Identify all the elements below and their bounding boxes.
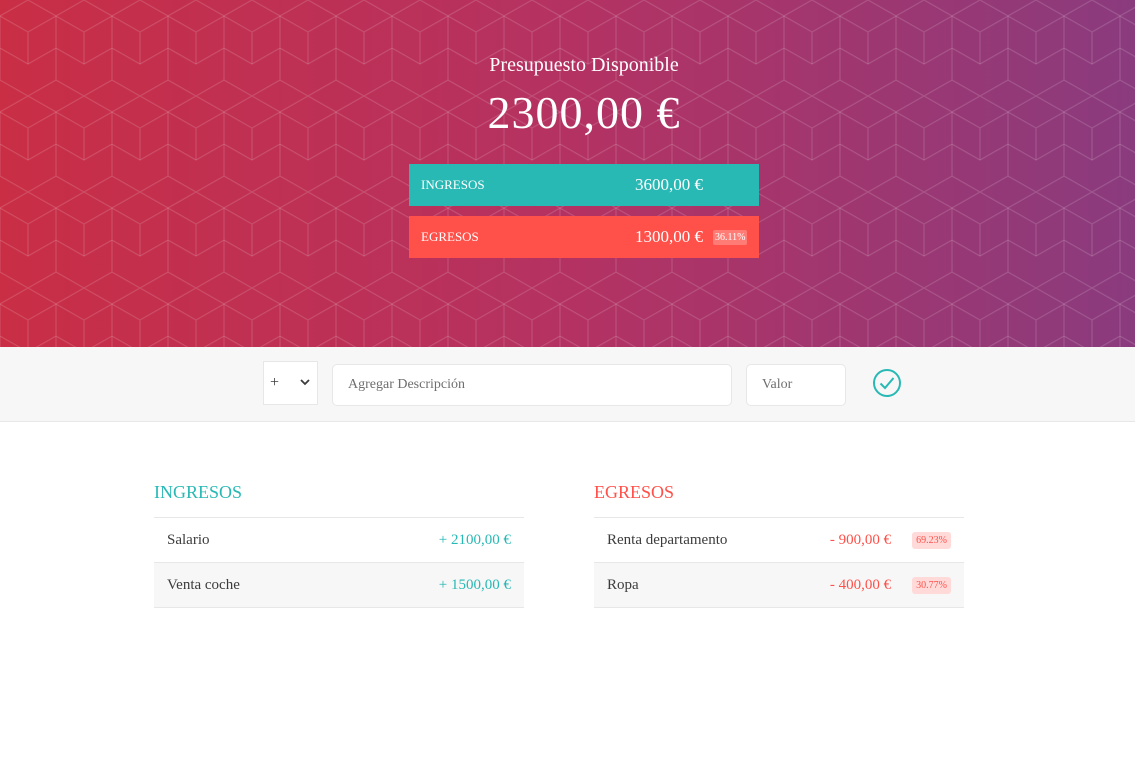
expense-summary-value: 1300,00 €: [635, 227, 703, 246]
income-item-description: Salario: [167, 531, 210, 548]
expense-item[interactable]: Ropa - 400,00 € 30.77%: [594, 563, 964, 608]
budget-summary: Presupuesto Disponible 2300,00 €: [409, 50, 759, 137]
income-item-value: + 1500,00 €: [438, 576, 511, 593]
income-list-title: Ingresos: [154, 480, 524, 518]
header-section: Presupuesto Disponible 2300,00 € Ingreso…: [0, 0, 1135, 347]
expense-item[interactable]: Renta departamento - 900,00 € 69.23%: [594, 518, 964, 563]
income-item[interactable]: Salario + 2100,00 €: [154, 518, 524, 563]
income-item-description: Venta coche: [167, 576, 240, 593]
check-circle-icon[interactable]: [871, 367, 903, 399]
income-summary: Ingresos 3600,00 €: [409, 164, 759, 206]
expense-item-value: - 400,00 €: [829, 576, 892, 593]
income-summary-value: 3600,00 €: [635, 175, 703, 194]
budget-title: Presupuesto Disponible: [489, 54, 679, 76]
chevron-down-icon: [300, 379, 310, 386]
expense-summary: Egresos 1300,00 € 36.11%: [409, 216, 759, 258]
expense-item-description: Ropa: [607, 576, 639, 593]
type-select-value: +: [270, 374, 280, 391]
add-entry-bar: +: [0, 347, 1135, 422]
expense-item-percentage: 30.77%: [912, 576, 951, 594]
expense-list: Egresos Renta departamento - 900,00 € 69…: [594, 480, 964, 608]
income-summary-label: Ingresos: [421, 177, 485, 192]
budget-value: 2300,00 €: [487, 87, 681, 138]
expense-item-description: Renta departamento: [607, 531, 728, 548]
expense-list-title: Egresos: [594, 480, 964, 518]
income-item-value: + 2100,00 €: [438, 531, 511, 548]
expense-item-value: - 900,00 €: [829, 531, 892, 548]
type-select[interactable]: +: [263, 361, 318, 405]
value-input[interactable]: [746, 364, 846, 406]
description-input[interactable]: [332, 364, 732, 406]
income-list: Ingresos Salario + 2100,00 € Venta coche…: [154, 480, 524, 608]
income-item[interactable]: Venta coche + 1500,00 €: [154, 563, 524, 608]
expense-summary-percentage: 36.11%: [713, 229, 748, 245]
income-summary-percentage: [713, 183, 717, 187]
expense-summary-label: Egresos: [421, 229, 479, 244]
expense-item-percentage: 69.23%: [912, 531, 951, 549]
